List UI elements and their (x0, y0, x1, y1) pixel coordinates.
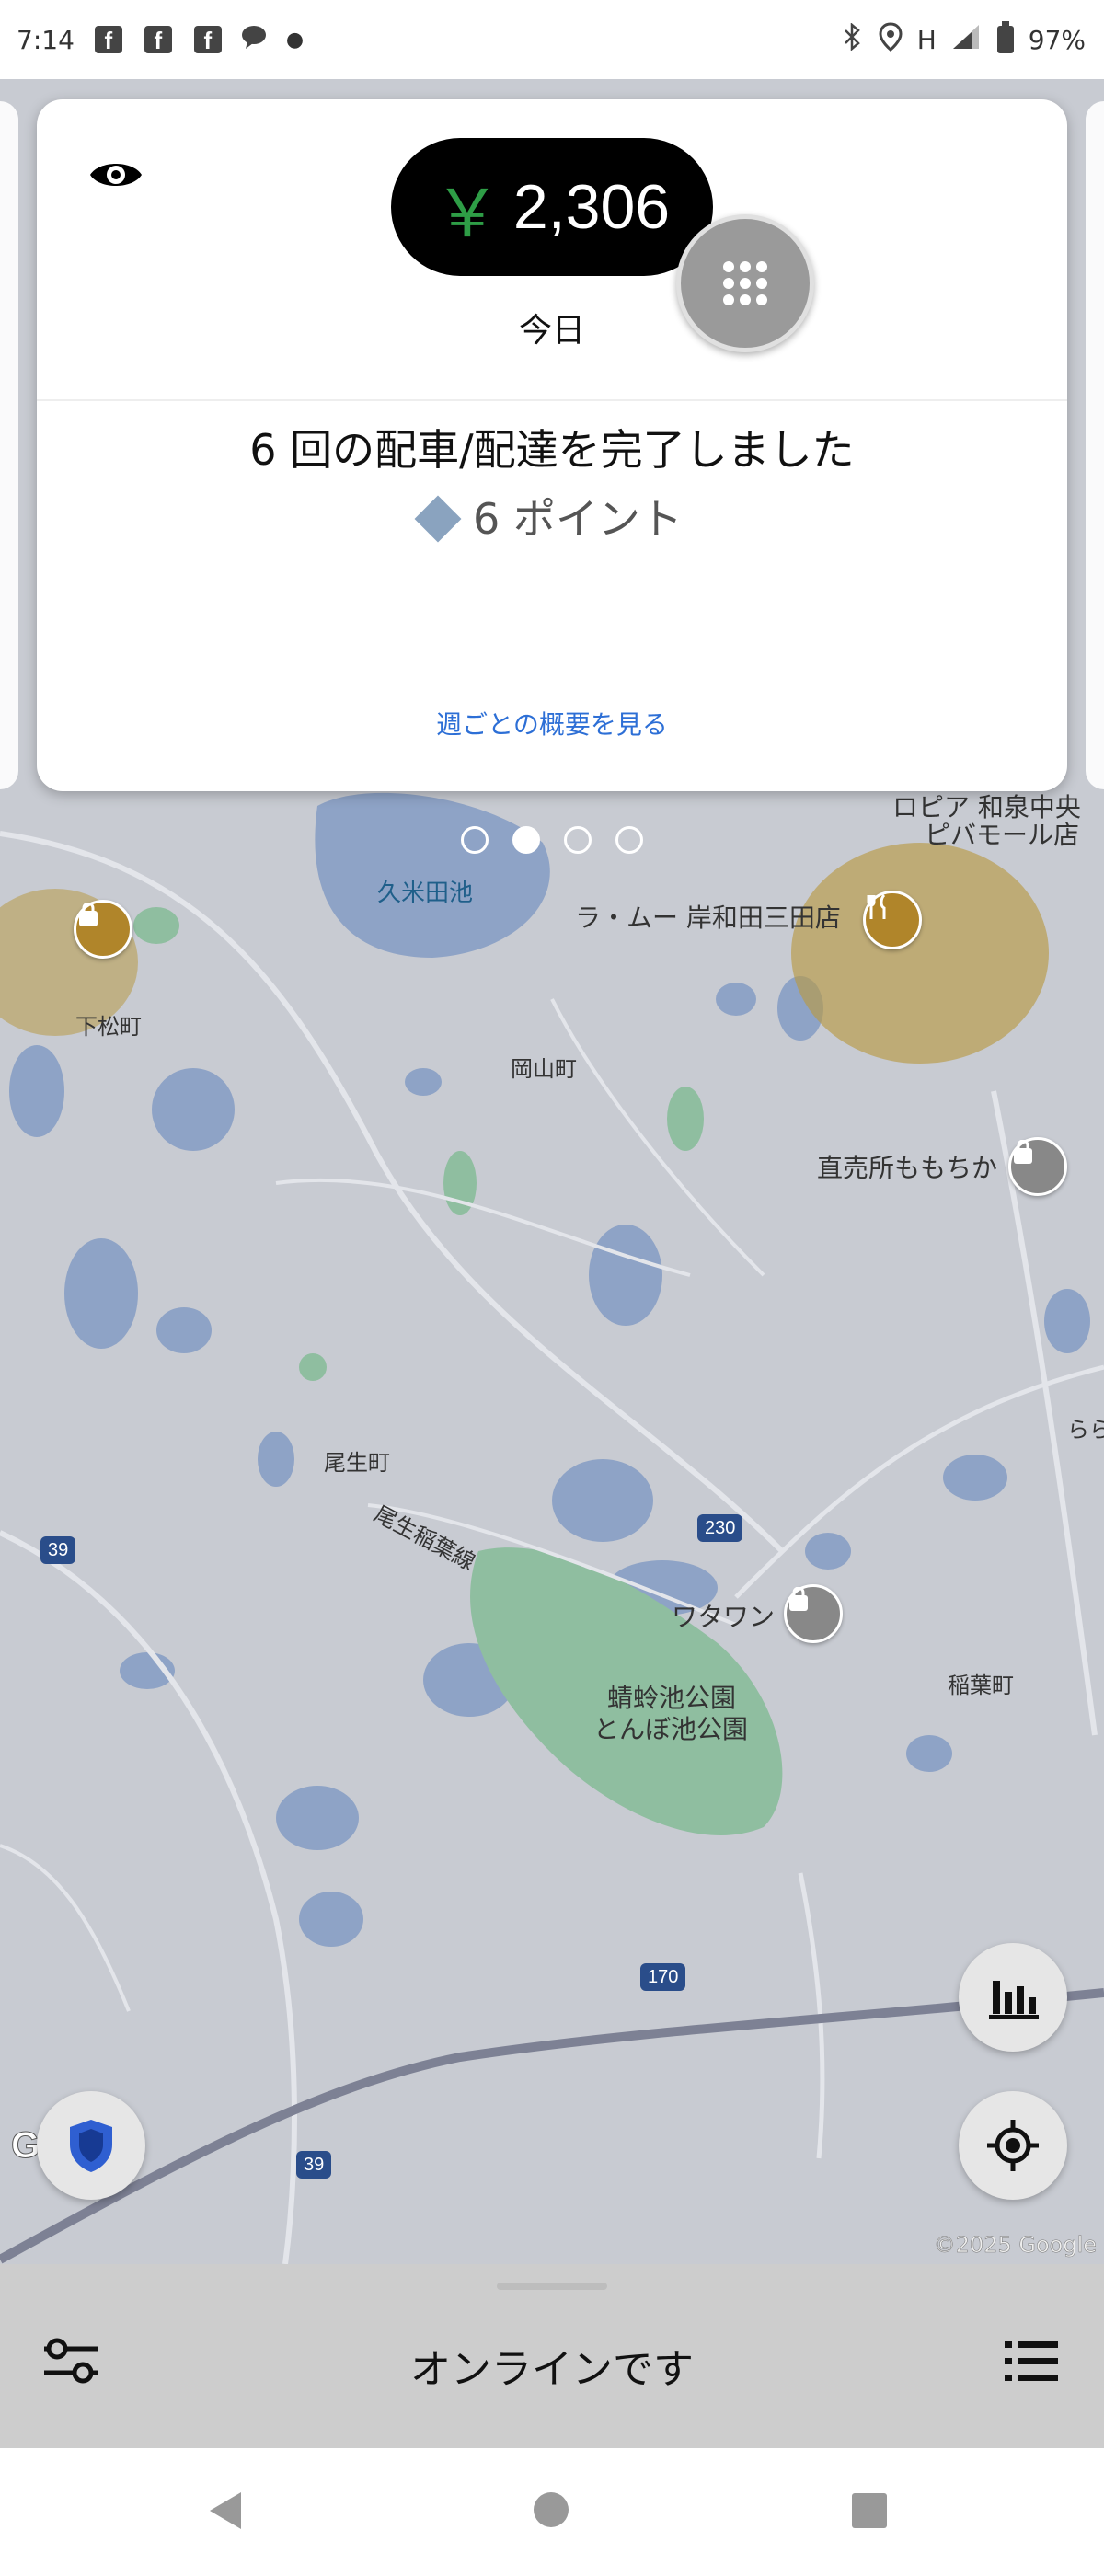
map-label-park2: とんぼ池公園 (593, 1714, 749, 1744)
network-type: H (916, 24, 937, 55)
earnings-card[interactable]: ￥ 2,306 今日 6 回の配車/配達を完了しました 6 ポイント 週ごとの概… (37, 99, 1067, 791)
earnings-period-label: 今日 (518, 312, 585, 350)
facebook-notification-icon: f (144, 26, 172, 54)
online-status-text[interactable]: オンラインです (0, 2336, 1104, 2395)
route-badge-39: 39 (40, 1536, 76, 1564)
card-divider (37, 399, 1067, 401)
eye-icon[interactable] (88, 156, 144, 193)
carousel-indicator (0, 826, 1104, 854)
bottom-sheet[interactable]: オンラインです (0, 2264, 1104, 2448)
carousel-dot-active[interactable] (512, 826, 540, 854)
map-label-inaba: 稲葉町 (948, 1673, 1014, 1698)
status-bar: 7:14 f f f ● H 97% (0, 0, 1104, 79)
home-icon[interactable] (534, 2492, 569, 2527)
map-label-pond: 久米田池 (377, 880, 474, 907)
chat-bubble-icon (240, 23, 268, 57)
safety-toolkit-button[interactable] (37, 2091, 145, 2200)
completed-trips-text: 6 回の配車/配達を完了しました (249, 425, 855, 475)
status-time: 7:14 (17, 24, 75, 55)
route-badge-170: 170 (640, 1963, 686, 1991)
shield-icon (70, 2120, 112, 2172)
signal-icon (951, 23, 983, 57)
list-menu-icon[interactable] (999, 2329, 1064, 2393)
bar-chart-icon (989, 1981, 1039, 2019)
map-label-oju: 尾生町 (324, 1450, 390, 1476)
points-row: 6 ポイント (37, 486, 1067, 546)
route-badge-39: 39 (296, 2151, 332, 2179)
earnings-amount-pill[interactable]: ￥ 2,306 (391, 138, 713, 276)
points-text: 6 ポイント (473, 494, 683, 544)
weekly-summary-link[interactable]: 週ごとの概要を見る (37, 705, 1067, 742)
battery-level: 97% (1028, 24, 1086, 55)
map-label-restaurant: ラ・ムー 岸和田三田店 (575, 903, 841, 933)
carousel-dot[interactable] (615, 826, 643, 854)
map-label-okayama: 岡山町 (511, 1056, 577, 1082)
facebook-notification-icon: f (94, 26, 122, 54)
more-notifications-icon: ● (285, 28, 305, 52)
shopping-bag-poi-icon[interactable] (74, 900, 132, 959)
map-label-rara: らら (1067, 1417, 1104, 1443)
map-label-watawan: ワタワン (672, 1602, 776, 1632)
carousel-dot[interactable] (461, 826, 489, 854)
shopping-bag-poi-icon[interactable] (784, 1584, 843, 1643)
map-label-shimomatsu: 下松町 (75, 1014, 142, 1040)
currency-symbol: ￥ (433, 174, 500, 252)
previous-card-peek[interactable] (0, 101, 18, 789)
next-card-peek[interactable] (1086, 101, 1104, 789)
bluetooth-icon (840, 21, 864, 57)
system-navigation-bar (0, 2448, 1104, 2576)
recent-apps-icon[interactable] (852, 2493, 887, 2528)
recenter-location-button[interactable] (959, 2091, 1067, 2200)
map-copyright: ©2025 Google (933, 2232, 1097, 2259)
battery-icon (996, 21, 1014, 53)
carousel-dot[interactable] (564, 826, 592, 854)
sheet-drag-handle[interactable] (497, 2283, 607, 2290)
earnings-chart-button[interactable] (959, 1943, 1067, 2052)
route-badge-230: 230 (697, 1514, 743, 1542)
shopping-bag-poi-icon[interactable] (1008, 1137, 1067, 1196)
crosshair-icon (987, 2120, 1039, 2171)
restaurant-poi-icon[interactable] (863, 891, 922, 949)
earnings-amount: 2,306 (512, 172, 671, 242)
diamond-icon (414, 495, 462, 542)
map-label-farm-store: 直売所ももちか (817, 1153, 998, 1183)
location-icon (879, 21, 903, 58)
back-icon[interactable] (210, 2492, 241, 2529)
facebook-notification-icon: f (193, 26, 222, 54)
